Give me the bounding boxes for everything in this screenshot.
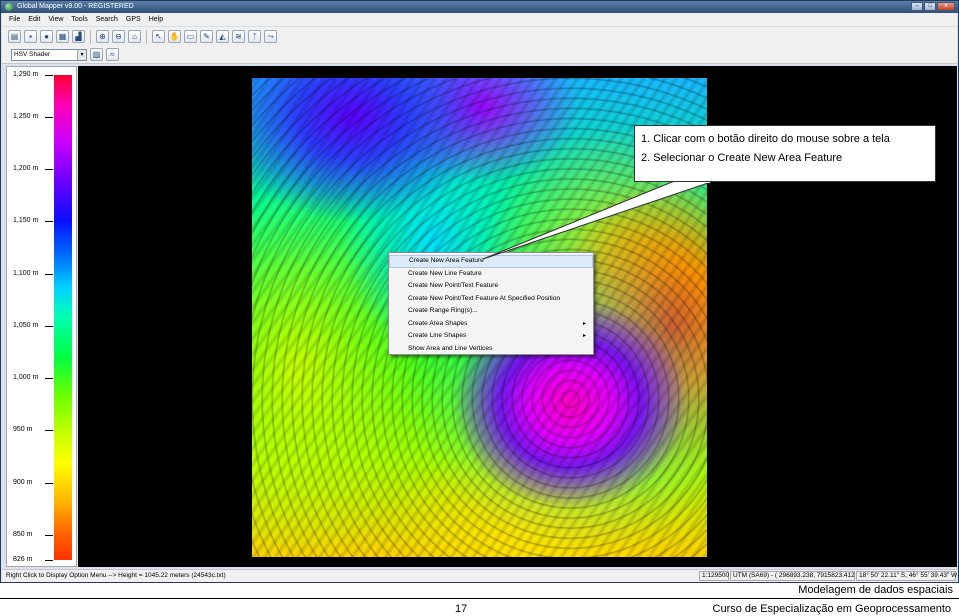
home-icon[interactable]: ⌂ xyxy=(128,30,141,43)
terrain-icon[interactable]: ◭ xyxy=(216,30,229,43)
title-bar: Global Mapper v9.00 - REGISTERED – □ x xyxy=(1,1,958,13)
menu-item-create-range-rings[interactable]: Create Range Ring(s)... xyxy=(389,305,593,318)
chevron-down-icon[interactable]: ▾ xyxy=(77,49,86,60)
menu-search[interactable]: Search xyxy=(92,13,122,26)
legend-tick xyxy=(45,430,53,432)
legend-label: 826 m xyxy=(13,556,33,563)
window-title: Global Mapper v9.00 - REGISTERED xyxy=(17,3,134,10)
menu-item-show-vertices[interactable]: Show Area and Line Vertices xyxy=(389,343,593,356)
legend-tick xyxy=(45,482,53,484)
menu-help[interactable]: Help xyxy=(145,13,167,26)
digitizer-icon[interactable]: ✎ xyxy=(200,30,213,43)
save-icon[interactable]: ▪ xyxy=(24,30,37,43)
chart-icon[interactable]: ▟ xyxy=(72,30,85,43)
water-level-icon[interactable]: ≈ xyxy=(106,48,119,61)
instruction-callout: 1. Clicar com o botão direito do mouse s… xyxy=(634,125,936,182)
status-bar: Right Click to Display Option Menu --> H… xyxy=(2,569,957,582)
path-profile-icon[interactable]: ⤳ xyxy=(264,30,277,43)
slide: Global Mapper v9.00 - REGISTERED – □ x F… xyxy=(0,0,959,616)
zoom-in-icon[interactable]: ⊕ xyxy=(96,30,109,43)
shaded-relief-icon[interactable]: ▨ xyxy=(90,48,103,61)
legend-label: 1,000 m xyxy=(13,374,39,382)
menu-item-create-area-shapes[interactable]: Create Area Shapes ▸ xyxy=(389,318,593,331)
menu-gps[interactable]: GPS xyxy=(122,13,145,26)
legend-tick xyxy=(45,325,53,327)
menu-tools[interactable]: Tools xyxy=(67,13,91,26)
context-menu: Create New Area Feature Create New Line … xyxy=(388,252,594,355)
elevation-color-bar xyxy=(54,75,72,560)
open-folder-icon[interactable]: ▤ xyxy=(8,30,21,43)
menu-item-create-line-shapes[interactable]: Create Line Shapes ▸ xyxy=(389,330,593,343)
legend-label: 1,200 m xyxy=(13,165,39,173)
shader-selected: HSV Shader xyxy=(14,50,51,58)
menu-item-create-new-line-feature[interactable]: Create New Line Feature xyxy=(389,268,593,281)
minimize-button[interactable]: – xyxy=(911,2,923,11)
menu-file[interactable]: File xyxy=(5,13,24,26)
submenu-arrow-icon: ▸ xyxy=(582,320,586,327)
legend-label: 900 m xyxy=(13,478,33,486)
legend-label: 1,150 m xyxy=(13,217,39,225)
legend-label: 950 m xyxy=(13,426,33,434)
shader-toolbar: HSV Shader ▾ ▨ ≈ xyxy=(2,46,957,64)
legend-tick xyxy=(45,169,53,171)
tower-icon[interactable]: ᛉ xyxy=(248,30,261,43)
menu-item-create-point-at-position[interactable]: Create New Point/Text Feature At Specifi… xyxy=(389,293,593,306)
window-controls: – □ x xyxy=(911,2,955,11)
legend-label: 1,050 m xyxy=(13,321,39,329)
globe-icon[interactable]: ● xyxy=(40,30,53,43)
toolbar-divider xyxy=(146,29,147,44)
legend-tick xyxy=(45,221,53,223)
status-projection: UTM (SA69) - ( 296893.238, 7915823.412 ) xyxy=(730,571,859,581)
legend-label: 850 m xyxy=(13,530,33,538)
status-latlon: 18° 50' 22.11" S, 46° 55' 39.43" W xyxy=(856,571,957,581)
app-logo-icon xyxy=(5,3,13,11)
legend-tick xyxy=(45,378,53,380)
toolbar-divider xyxy=(90,29,91,44)
close-button[interactable]: x xyxy=(937,2,955,11)
shader-dropdown[interactable]: HSV Shader ▾ xyxy=(11,48,87,61)
maximize-button[interactable]: □ xyxy=(924,2,936,11)
select-icon[interactable]: ↖ xyxy=(152,30,165,43)
legend-tick xyxy=(45,116,53,118)
status-scale: 1:129500 xyxy=(699,571,729,581)
menu-item-create-new-point-text-feature[interactable]: Create New Point/Text Feature xyxy=(389,280,593,293)
callout-step-1: 1. Clicar com o botão direito do mouse s… xyxy=(641,133,890,145)
image-icon[interactable]: ▦ xyxy=(56,30,69,43)
footer-divider xyxy=(0,598,959,599)
legend-label: 1,250 m xyxy=(13,112,39,120)
legend-tick xyxy=(45,75,53,76)
main-toolbar: ▤ ▪ ● ▦ ▟ ⊕ ⊖ ⌂ ↖ ✋ ▭ ✎ ◭ ≋ ᛉ ⤳ xyxy=(2,26,957,46)
legend-label: 1,100 m xyxy=(13,269,39,277)
slide-title: Modelagem de dados espaciais xyxy=(798,584,953,596)
measure-icon[interactable]: ▭ xyxy=(184,30,197,43)
legend-tick xyxy=(45,560,53,561)
legend-tick xyxy=(45,273,53,275)
legend-label: 1,290 m xyxy=(13,71,39,78)
submenu-arrow-icon: ▸ xyxy=(582,333,586,339)
contour-icon[interactable]: ≋ xyxy=(232,30,245,43)
menu-view[interactable]: View xyxy=(44,13,67,26)
app-window: Global Mapper v9.00 - REGISTERED – □ x F… xyxy=(0,0,959,583)
zoom-out-icon[interactable]: ⊖ xyxy=(112,30,125,43)
menu-edit[interactable]: Edit xyxy=(24,13,44,26)
callout-step-2: 2. Selecionar o Create New Area Feature xyxy=(641,152,843,164)
legend-tick xyxy=(45,534,53,536)
course-name: Curso de Especialização em Geoprocessame… xyxy=(712,603,951,615)
elevation-legend: 1,290 m 1,250 m 1,200 m 1,150 m 1,100 m 1,050… xyxy=(6,66,77,567)
page-number: 17 xyxy=(455,603,468,615)
menu-item-create-new-area-feature[interactable]: Create New Area Feature xyxy=(389,255,593,268)
pan-icon[interactable]: ✋ xyxy=(168,30,181,43)
menu-bar: File Edit View Tools Search GPS Help xyxy=(2,13,957,26)
status-message: Right Click to Display Option Menu --> H… xyxy=(6,572,226,579)
